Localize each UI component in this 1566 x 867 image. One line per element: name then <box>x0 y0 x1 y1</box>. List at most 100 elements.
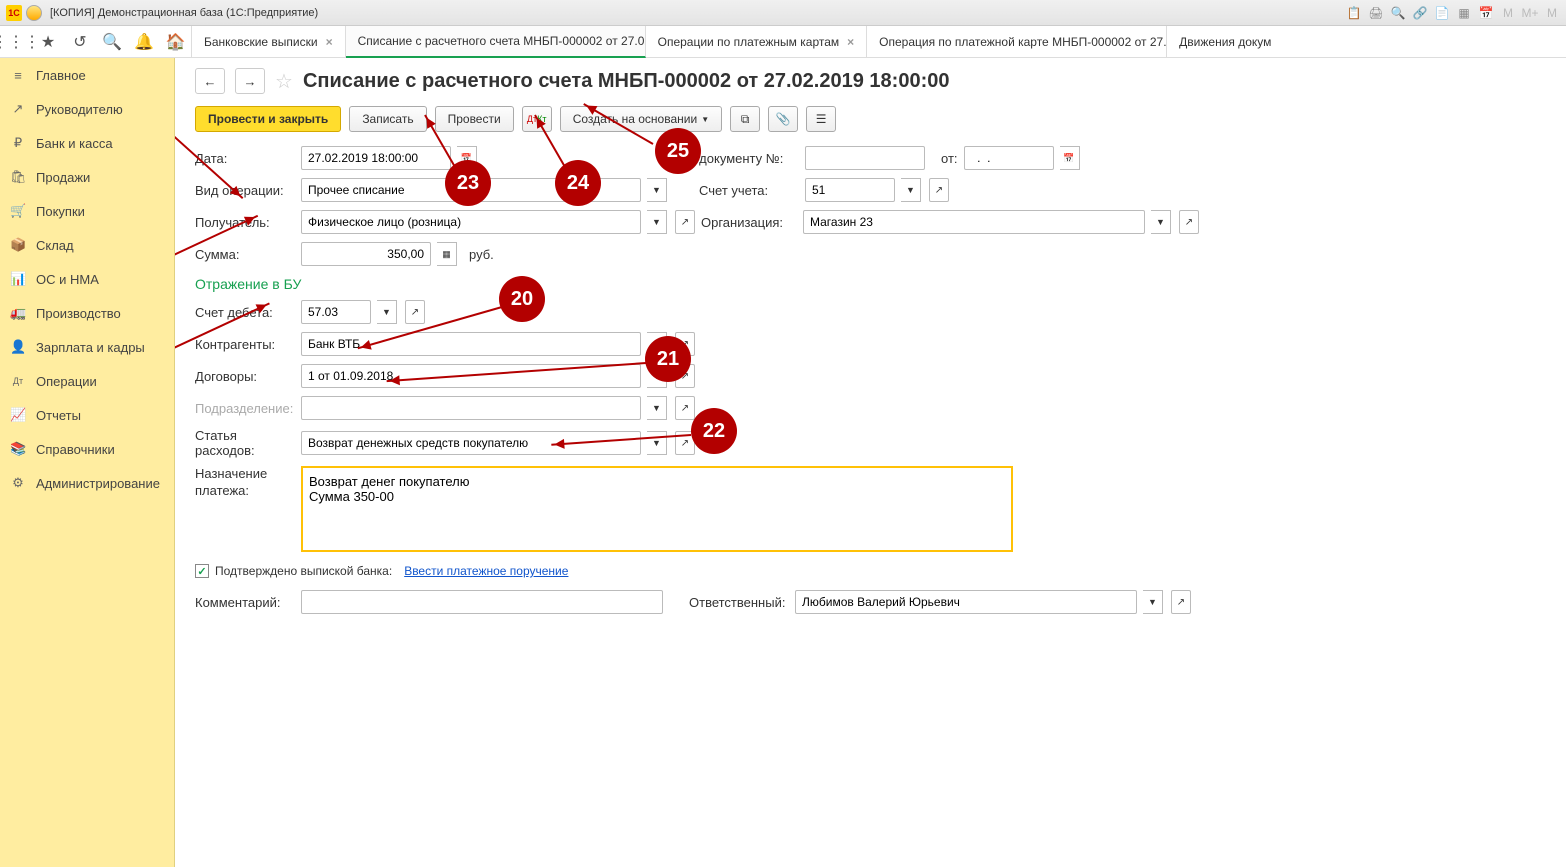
debit-open-icon[interactable]: ↗ <box>405 300 425 324</box>
contract-open-icon[interactable]: ↗ <box>675 364 695 388</box>
bell-icon[interactable]: 🔔 <box>128 26 160 58</box>
confirmed-checkbox[interactable]: ✓ <box>195 564 209 578</box>
date-picker-icon[interactable]: 📅 <box>457 146 477 170</box>
contractor-label: Контрагенты: <box>195 337 295 352</box>
graph-icon: 📈 <box>10 407 26 423</box>
home-icon[interactable]: 🏠 <box>160 26 192 58</box>
tb-icon-search[interactable]: 🔍 <box>1390 5 1406 21</box>
comment-input[interactable] <box>301 590 663 614</box>
account-open-icon[interactable]: ↗ <box>929 178 949 202</box>
list-button[interactable]: ☰ <box>806 106 836 132</box>
sidebar-item-bank[interactable]: ₽Банк и касса <box>0 126 174 160</box>
responsible-open-icon[interactable]: ↗ <box>1171 590 1191 614</box>
subdiv-open-icon[interactable]: ↗ <box>675 396 695 420</box>
op-type-dropdown-icon[interactable]: ▼ <box>647 178 667 202</box>
org-open-icon[interactable]: ↗ <box>1179 210 1199 234</box>
sidebar-item-production[interactable]: 🚛Производство <box>0 296 174 330</box>
tb-icon-m2[interactable]: M <box>1544 5 1560 21</box>
nav-circle-button[interactable] <box>26 5 42 21</box>
sum-calc-icon[interactable]: ▦ <box>437 242 457 266</box>
expense-open-icon[interactable]: ↗ <box>675 431 695 455</box>
debit-dropdown-icon[interactable]: ▼ <box>377 300 397 324</box>
tb-icon-mplus[interactable]: M+ <box>1522 5 1538 21</box>
search-icon[interactable]: 🔍 <box>96 26 128 58</box>
doc-number-input[interactable] <box>805 146 925 170</box>
expense-dropdown-icon[interactable]: ▼ <box>647 431 667 455</box>
stats-icon: 📊 <box>10 271 26 287</box>
save-button[interactable]: Записать <box>349 106 426 132</box>
sidebar-item-admin[interactable]: ⚙Администрирование <box>0 466 174 500</box>
recipient-dropdown-icon[interactable]: ▼ <box>647 210 667 234</box>
org-dropdown-icon[interactable]: ▼ <box>1151 210 1171 234</box>
account-dropdown-icon[interactable]: ▼ <box>901 178 921 202</box>
create-based-button[interactable]: Создать на основании ▼ <box>560 106 722 132</box>
tb-icon-m[interactable]: M <box>1500 5 1516 21</box>
apps-icon[interactable]: ⋮⋮⋮ <box>0 26 32 58</box>
sidebar-item-purchases[interactable]: 🛒Покупки <box>0 194 174 228</box>
contract-input[interactable] <box>301 364 641 388</box>
sidebar-item-reports[interactable]: 📈Отчеты <box>0 398 174 432</box>
tab-card-op-detail[interactable]: Операция по платежной карте МНБП-000002 … <box>867 26 1167 58</box>
subdiv-dropdown-icon[interactable]: ▼ <box>647 396 667 420</box>
debit-input[interactable] <box>301 300 371 324</box>
tb-icon-doc[interactable]: 📄 <box>1434 5 1450 21</box>
favorite-star-icon[interactable]: ☆ <box>275 69 293 94</box>
tb-icon-cal[interactable]: 📅 <box>1478 5 1494 21</box>
post-close-button[interactable]: Провести и закрыть <box>195 106 341 132</box>
app-logo-icon: 1C <box>6 5 22 21</box>
responsible-input[interactable] <box>795 590 1137 614</box>
attach-button[interactable]: 📎 <box>768 106 798 132</box>
sidebar-item-salary[interactable]: 👤Зарплата и кадры <box>0 330 174 364</box>
sum-input[interactable] <box>301 242 431 266</box>
tb-icon-print[interactable]: 🖨 <box>1368 5 1384 21</box>
nav-back-button[interactable]: ← <box>195 68 225 94</box>
tab-writeoff[interactable]: Списание с расчетного счета МНБП-000002 … <box>346 26 646 58</box>
sidebar-item-label: Склад <box>36 238 74 253</box>
contractor-open-icon[interactable]: ↗ <box>675 332 695 356</box>
org-input[interactable] <box>803 210 1145 234</box>
recipient-input[interactable] <box>301 210 641 234</box>
responsible-label: Ответственный: <box>689 595 789 610</box>
date-label: Дата: <box>195 151 295 166</box>
subdiv-input[interactable] <box>301 396 641 420</box>
tb-icon-grid[interactable]: ▦ <box>1456 5 1472 21</box>
expense-input[interactable] <box>301 431 641 455</box>
account-label: Счет учета: <box>699 183 799 198</box>
tb-icon-link[interactable]: 🔗 <box>1412 5 1428 21</box>
tab-movements[interactable]: Движения докум <box>1167 26 1283 58</box>
sidebar-item-assets[interactable]: 📊ОС и НМА <box>0 262 174 296</box>
dtkt-button[interactable]: ДтКт <box>522 106 552 132</box>
sidebar-item-label: Операции <box>36 374 97 389</box>
history-icon[interactable]: ↺ <box>64 26 96 58</box>
responsible-dropdown-icon[interactable]: ▼ <box>1143 590 1163 614</box>
contractor-dropdown-icon[interactable]: ▼ <box>647 332 667 356</box>
tab-bank-statements[interactable]: Банковские выписки× <box>192 26 346 58</box>
ot-date-input[interactable] <box>964 146 1054 170</box>
contractor-input[interactable] <box>301 332 641 356</box>
contract-dropdown-icon[interactable]: ▼ <box>647 364 667 388</box>
titlebar-right-icons: 📋 🖨 🔍 🔗 📄 ▦ 📅 M M+ M <box>1346 5 1560 21</box>
post-button[interactable]: Провести <box>435 106 514 132</box>
close-icon[interactable]: × <box>326 35 333 49</box>
sidebar-item-operations[interactable]: ДтОперации <box>0 364 174 398</box>
enter-payment-link[interactable]: Ввести платежное поручение <box>404 564 568 578</box>
sidebar-item-main[interactable]: ≡Главное <box>0 58 174 92</box>
ot-date-picker-icon[interactable]: 📅 <box>1060 146 1080 170</box>
subdiv-label: Подразделение: <box>195 401 295 416</box>
close-icon[interactable]: × <box>847 35 854 49</box>
tb-icon-1[interactable]: 📋 <box>1346 5 1362 21</box>
debit-label: Счет дебета: <box>195 305 295 320</box>
date-input[interactable] <box>301 146 451 170</box>
structure-button[interactable]: ⧉ <box>730 106 760 132</box>
sidebar-item-sales[interactable]: 🛍Продажи <box>0 160 174 194</box>
nav-forward-button[interactable]: → <box>235 68 265 94</box>
account-input[interactable] <box>805 178 895 202</box>
star-icon[interactable]: ★ <box>32 26 64 58</box>
sidebar-item-warehouse[interactable]: 📦Склад <box>0 228 174 262</box>
op-type-input[interactable] <box>301 178 641 202</box>
sidebar-item-references[interactable]: 📚Справочники <box>0 432 174 466</box>
purpose-textarea[interactable] <box>301 466 1013 552</box>
recipient-open-icon[interactable]: ↗ <box>675 210 695 234</box>
tab-card-ops[interactable]: Операции по платежным картам× <box>646 26 868 58</box>
sidebar-item-manager[interactable]: ↗Руководителю <box>0 92 174 126</box>
